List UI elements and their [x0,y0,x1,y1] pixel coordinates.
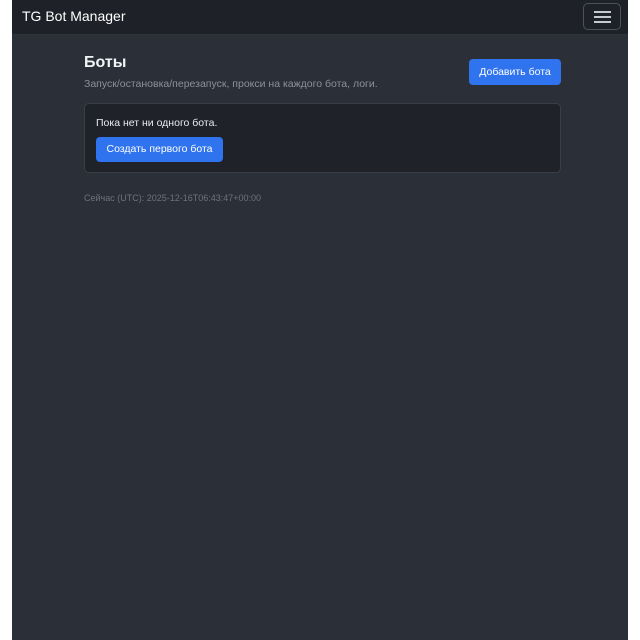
add-bot-button[interactable]: Добавить бота [469,59,561,85]
empty-state-message: Пока нет ни одного бота. [96,117,218,129]
navbar-brand[interactable]: TG Bot Manager [22,8,126,24]
page-subtitle: Запуск/остановка/перезапуск, прокси на к… [84,78,378,90]
app-window: TG Bot Manager Боты Запуск/остановка/пер… [12,0,628,640]
empty-state-card: Пока нет ни одного бота. Создать первого… [84,103,561,173]
hamburger-menu-icon [594,11,611,13]
page-title: Боты [84,54,127,71]
navbar: TG Bot Manager [12,0,628,35]
navbar-toggle-button[interactable] [583,3,621,30]
create-first-bot-button[interactable]: Создать первого бота [96,137,223,162]
server-time-text: Сейчас (UTC): 2025-12-16T06:43:47+00:00 [84,193,262,203]
